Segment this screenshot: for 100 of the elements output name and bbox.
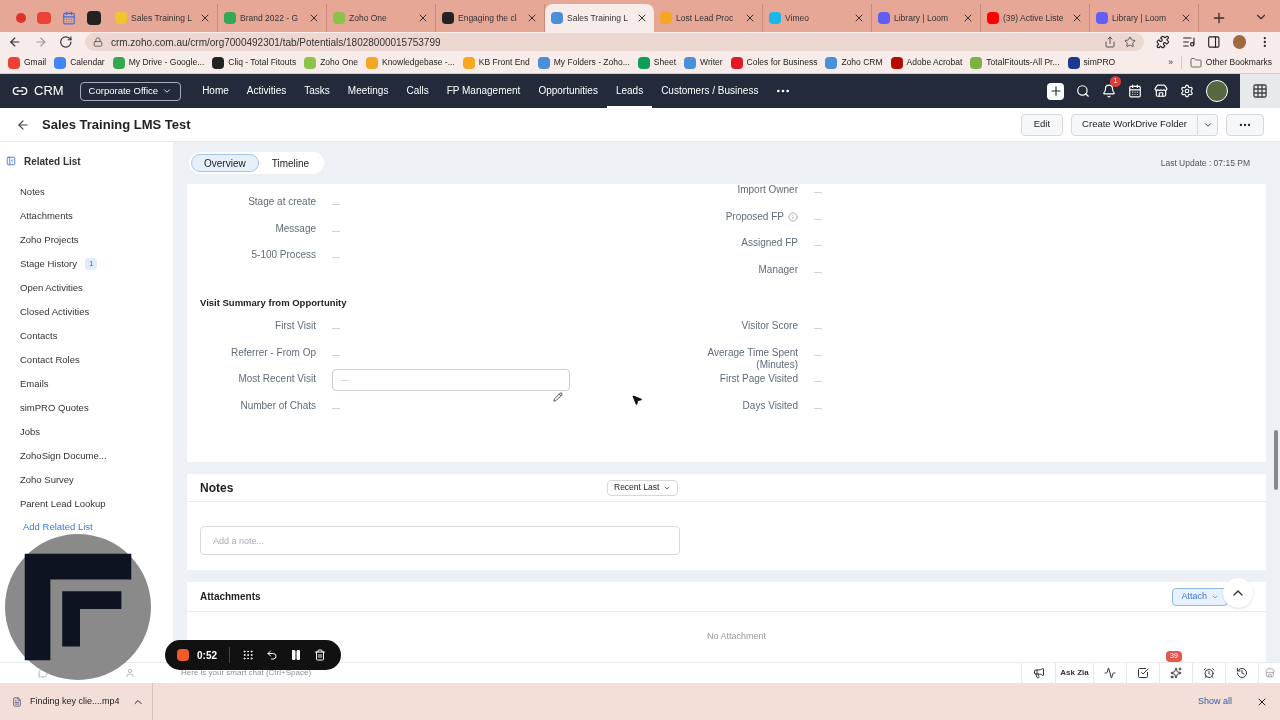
sidebar-item[interactable]: simPRO Quotes xyxy=(0,396,173,420)
tab-title: (39) Active Liste xyxy=(1003,11,1065,25)
sidebar-item[interactable]: Open Activities xyxy=(0,276,173,300)
note-input[interactable]: Add a note... xyxy=(200,526,680,555)
bookmark[interactable]: Knowledgebase -... xyxy=(365,56,455,69)
show-all-button[interactable]: Show all xyxy=(1197,694,1232,709)
url-text: crm.zoho.com.au/crm/org7000492301/tab/Potentials/18028000015753799 xyxy=(110,35,441,50)
field-value: — xyxy=(814,239,822,252)
tab-title: Library | Loom xyxy=(1112,11,1168,25)
bookmark[interactable]: Cliq - Total Fitouts xyxy=(212,56,297,69)
org-dropdown[interactable]: Corporate Office xyxy=(79,81,182,101)
bookmark[interactable]: TotalFitouts-All Pr... xyxy=(970,56,1060,69)
sidebar-item[interactable]: Zoho Survey xyxy=(0,468,173,492)
nav-tab[interactable]: FP Management xyxy=(438,74,529,108)
field-value: — xyxy=(814,375,822,388)
field-label: Stage at create xyxy=(248,196,316,209)
nav-tab[interactable]: Leads xyxy=(607,74,652,108)
field-label: 5-100 Process xyxy=(251,249,316,262)
sidebar-item[interactable]: Emails xyxy=(0,372,173,396)
download-filename: Finding key clie....mp4 xyxy=(30,694,120,708)
sidebar-item[interactable]: Contacts xyxy=(0,324,173,348)
field-label: Days Visited xyxy=(742,400,798,413)
bookmark[interactable]: Gmail xyxy=(8,56,47,69)
chat-input[interactable]: Here is your smart chat (Ctrl+Space) xyxy=(173,667,312,679)
bookmark[interactable]: Zoho One xyxy=(304,56,358,69)
nav-tab[interactable]: Home xyxy=(193,74,238,108)
field-label: Number of Chats xyxy=(240,400,316,413)
field-value: — xyxy=(332,198,340,210)
nav-tab[interactable]: Meetings xyxy=(339,74,397,108)
download-item[interactable]: Finding key clie....mp4 xyxy=(0,683,153,720)
bookmark[interactable]: My Folders - Zoho... xyxy=(537,56,630,69)
sidebar-item[interactable]: Zoho Projects xyxy=(0,228,173,252)
tab-title: Library | Loom xyxy=(894,11,950,25)
attach-button[interactable]: Attach xyxy=(1172,587,1228,606)
nav-tab[interactable]: Tasks xyxy=(295,74,339,108)
sidebar-item[interactable]: Stage History 1 xyxy=(0,252,173,276)
field-value: — xyxy=(332,224,340,237)
empty-text: No Attachment xyxy=(706,630,766,643)
bookmark[interactable]: Adobe Acrobat xyxy=(890,56,963,69)
sort-dropdown[interactable]: Recent Last xyxy=(607,479,679,496)
field-label: Visitor Score xyxy=(741,320,798,333)
nav-tab[interactable]: Activities xyxy=(238,74,295,108)
sidebar-heading: Related List xyxy=(24,154,81,169)
bookmark[interactable]: Writer xyxy=(684,56,723,69)
bookmark[interactable]: Coles for Business xyxy=(730,56,818,69)
field-label: Proposed FP xyxy=(725,210,784,224)
bookmark[interactable]: Zoho CRM xyxy=(825,56,883,69)
bookmark[interactable]: Calendar xyxy=(54,56,105,69)
field-value: — xyxy=(332,348,340,361)
bookmark[interactable]: My Drive - Google... xyxy=(112,56,205,69)
field-label: First Visit xyxy=(275,320,316,333)
address-bar[interactable]: crm.zoho.com.au/crm/org7000492301/tab/Potentials/18028000015753799 xyxy=(84,33,1144,51)
recording-time: 0:52 xyxy=(197,648,217,663)
last-update-text: Last Update : 07:15 PM xyxy=(1160,156,1250,170)
sidebar-item[interactable]: ZohoSign Docume... xyxy=(0,444,173,468)
view-tab[interactable]: Overview xyxy=(191,154,259,172)
add-related-list-link[interactable]: Add Related List xyxy=(0,516,173,538)
sidebar-item[interactable]: Notes xyxy=(0,180,173,204)
sidebar-item[interactable]: Contact Roles xyxy=(0,348,173,372)
field-label: Message xyxy=(275,222,316,236)
tab-title: Sales Training L xyxy=(567,11,629,25)
field-value: — xyxy=(814,186,822,198)
sidebar-item[interactable]: Jobs xyxy=(0,420,173,444)
tab-title: Vimeo xyxy=(785,11,810,25)
field-value: — xyxy=(332,322,340,334)
browser-tab[interactable]: Sales Training L xyxy=(545,4,654,32)
field-label: Referrer - From Op xyxy=(231,346,316,360)
bookmark[interactable]: Sheet xyxy=(637,56,677,69)
field-value: — xyxy=(814,402,822,415)
workdrive-button[interactable]: Create WorkDrive Folder xyxy=(1071,113,1198,136)
nav-tab[interactable]: Customers / Business xyxy=(652,74,767,108)
sidebar-item[interactable]: Closed Activities xyxy=(0,300,173,324)
other-bookmarks[interactable]: Other Bookmarks xyxy=(1180,56,1272,69)
tab-title: Zoho One xyxy=(349,11,388,25)
brand-name: CRM xyxy=(34,82,64,101)
nav-tab[interactable]: Calls xyxy=(397,74,438,108)
field-label: Assigned FP xyxy=(741,237,798,250)
record-title: Sales Training LMS Test xyxy=(42,115,191,134)
tab-title: Engaging the cl xyxy=(458,11,518,25)
more-bookmarks[interactable]: » xyxy=(1168,56,1173,69)
field-label: First Page Visited xyxy=(719,373,798,386)
sidebar-item[interactable]: Parent Lead Lookup xyxy=(0,492,173,516)
bookmark[interactable]: simPRO xyxy=(1067,56,1116,69)
tab-title: Brand 2022 - G xyxy=(240,11,300,25)
field-label: Most Recent Visit xyxy=(238,373,316,386)
attachments-title: Attachments xyxy=(200,590,261,604)
nav-tab[interactable]: Opportunities xyxy=(529,74,607,108)
bookmark[interactable]: KB Front End xyxy=(462,56,530,69)
field-label: Import Owner xyxy=(737,184,798,197)
field-value: — xyxy=(814,266,822,279)
field-label: Manager xyxy=(758,264,798,277)
field-value: — xyxy=(332,402,340,415)
notes-title: Notes xyxy=(200,479,235,497)
field-value: — xyxy=(814,322,822,334)
count-badge: 1 xyxy=(85,258,98,270)
field-value: — xyxy=(814,348,822,361)
edit-button[interactable]: Edit xyxy=(1020,113,1064,136)
sidebar-item[interactable]: Attachments xyxy=(0,204,173,228)
section-title: Visit Summary from Opportunity xyxy=(199,295,348,310)
view-tab[interactable]: Timeline xyxy=(258,154,323,172)
